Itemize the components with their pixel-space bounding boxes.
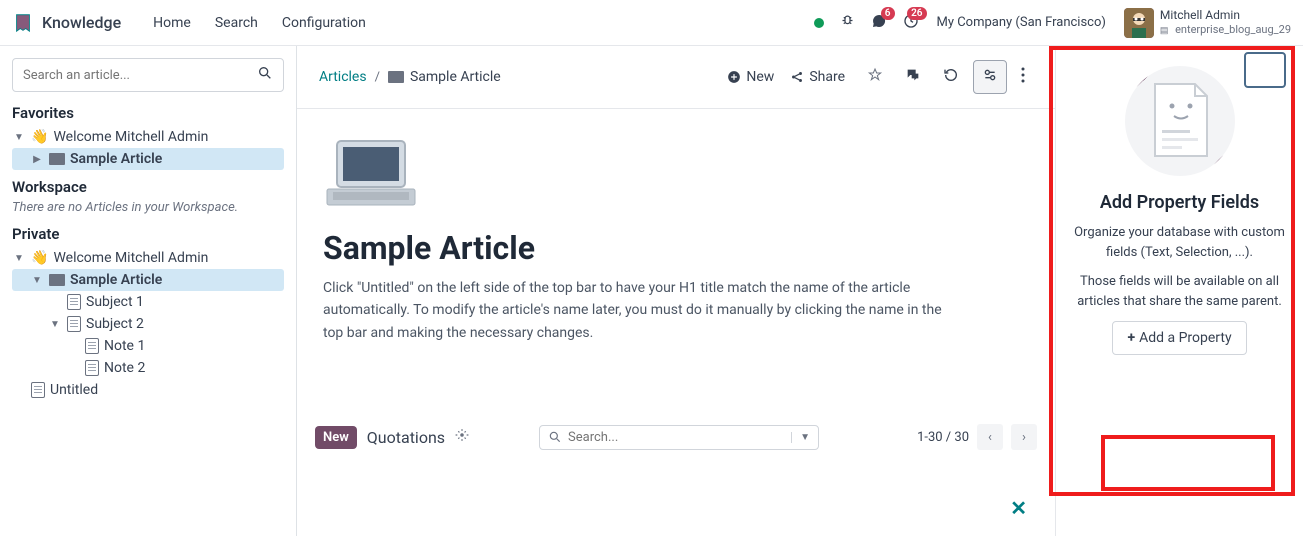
view-settings-icon[interactable]: [455, 428, 469, 446]
search-input[interactable]: [23, 68, 257, 83]
laptop-icon: [388, 71, 404, 83]
view-title: Quotations: [367, 428, 445, 447]
tree-item-untitled[interactable]: Untitled: [12, 379, 284, 401]
caret-down-icon[interactable]: ▼: [48, 319, 62, 330]
new-record-button[interactable]: New: [315, 426, 357, 449]
activity-icon[interactable]: 26: [903, 13, 919, 33]
article-title[interactable]: Sample Article: [323, 229, 1029, 267]
search-input-wrapper[interactable]: [12, 58, 284, 92]
plus-icon: +: [1127, 330, 1135, 346]
user-avatar[interactable]: [1124, 8, 1154, 38]
messaging-icon[interactable]: 6: [871, 13, 887, 33]
app-logo-icon[interactable]: [12, 12, 34, 34]
section-workspace: Workspace: [12, 178, 284, 196]
properties-gear-icon[interactable]: [973, 60, 1007, 94]
caret-down-icon[interactable]: ▼: [12, 253, 26, 264]
view-search-wrapper[interactable]: ▼: [539, 425, 819, 450]
share-button[interactable]: Share: [782, 63, 853, 91]
wave-icon: 👋: [31, 250, 48, 266]
breadcrumb-root[interactable]: Articles: [319, 69, 367, 85]
caret-down-icon[interactable]: ▼: [30, 275, 44, 286]
panel-description-1: Organize your database with custom field…: [1070, 223, 1289, 262]
favorite-star-icon[interactable]: [859, 61, 891, 93]
section-favorites: Favorites: [12, 104, 284, 122]
app-name[interactable]: Knowledge: [42, 13, 121, 32]
document-icon: [67, 294, 81, 310]
document-icon: [67, 316, 81, 332]
user-name: Mitchell Admin: [1160, 8, 1291, 22]
pager-label[interactable]: 1-30 / 30: [917, 430, 969, 445]
tree-item-note1[interactable]: Note 1: [12, 335, 284, 357]
breadcrumb-current: Sample Article: [410, 69, 501, 85]
pager-prev-button[interactable]: ‹: [977, 424, 1003, 450]
tree-item-sample-priv[interactable]: ▼ Sample Article: [12, 269, 284, 291]
nav-search[interactable]: Search: [203, 7, 270, 39]
caret-down-icon[interactable]: ▼: [12, 132, 26, 143]
add-property-button[interactable]: + Add a Property: [1112, 321, 1246, 355]
company-selector[interactable]: My Company (San Francisco): [937, 15, 1106, 30]
article-body[interactable]: Click "Untitled" on the left side of the…: [323, 277, 963, 344]
document-icon: [85, 360, 99, 376]
workspace-empty: There are no Articles in your Workspace.: [12, 200, 284, 215]
panel-illustration-icon: [1125, 66, 1235, 176]
status-indicator-icon: [814, 18, 824, 28]
tree-item-subject2[interactable]: ▼ Subject 2: [12, 313, 284, 335]
laptop-icon: [49, 274, 65, 286]
search-dropdown-icon[interactable]: ▼: [791, 432, 810, 443]
document-icon: [85, 338, 99, 354]
search-icon[interactable]: [257, 65, 273, 85]
wave-icon: 👋: [31, 129, 48, 145]
pager-next-button[interactable]: ›: [1011, 424, 1037, 450]
tree-item-note2[interactable]: Note 2: [12, 357, 284, 379]
caret-right-icon[interactable]: ▶: [30, 154, 44, 165]
tree-item-welcome-priv[interactable]: ▼ 👋 Welcome Mitchell Admin: [12, 247, 284, 269]
comments-icon[interactable]: [897, 61, 929, 93]
document-icon: [31, 382, 45, 398]
nav-home[interactable]: Home: [141, 7, 203, 39]
messaging-badge: 6: [881, 7, 895, 20]
user-database: ▤ enterprise_blog_aug_29: [1160, 23, 1291, 37]
more-menu-icon[interactable]: [1013, 61, 1033, 93]
new-button[interactable]: New: [719, 63, 782, 91]
history-icon[interactable]: [935, 61, 967, 93]
breadcrumb-separator: /: [375, 70, 380, 85]
tree-item-welcome-fav[interactable]: ▼ 👋 Welcome Mitchell Admin: [12, 126, 284, 148]
bug-icon[interactable]: [840, 13, 855, 32]
activity-badge: 26: [907, 7, 926, 20]
close-icon[interactable]: ✕: [1010, 496, 1027, 520]
panel-description-2: Those fields will be available on all ar…: [1070, 272, 1289, 311]
panel-title: Add Property Fields: [1100, 192, 1259, 213]
tree-item-subject1[interactable]: Subject 1: [12, 291, 284, 313]
laptop-icon: [49, 153, 65, 165]
user-menu[interactable]: Mitchell Admin ▤ enterprise_blog_aug_29: [1160, 8, 1291, 36]
article-cover-icon: [323, 135, 1029, 215]
view-search-input[interactable]: [568, 430, 791, 445]
nav-configuration[interactable]: Configuration: [270, 7, 378, 39]
tree-item-sample-fav[interactable]: ▶ Sample Article: [12, 148, 284, 170]
section-private: Private: [12, 225, 284, 243]
